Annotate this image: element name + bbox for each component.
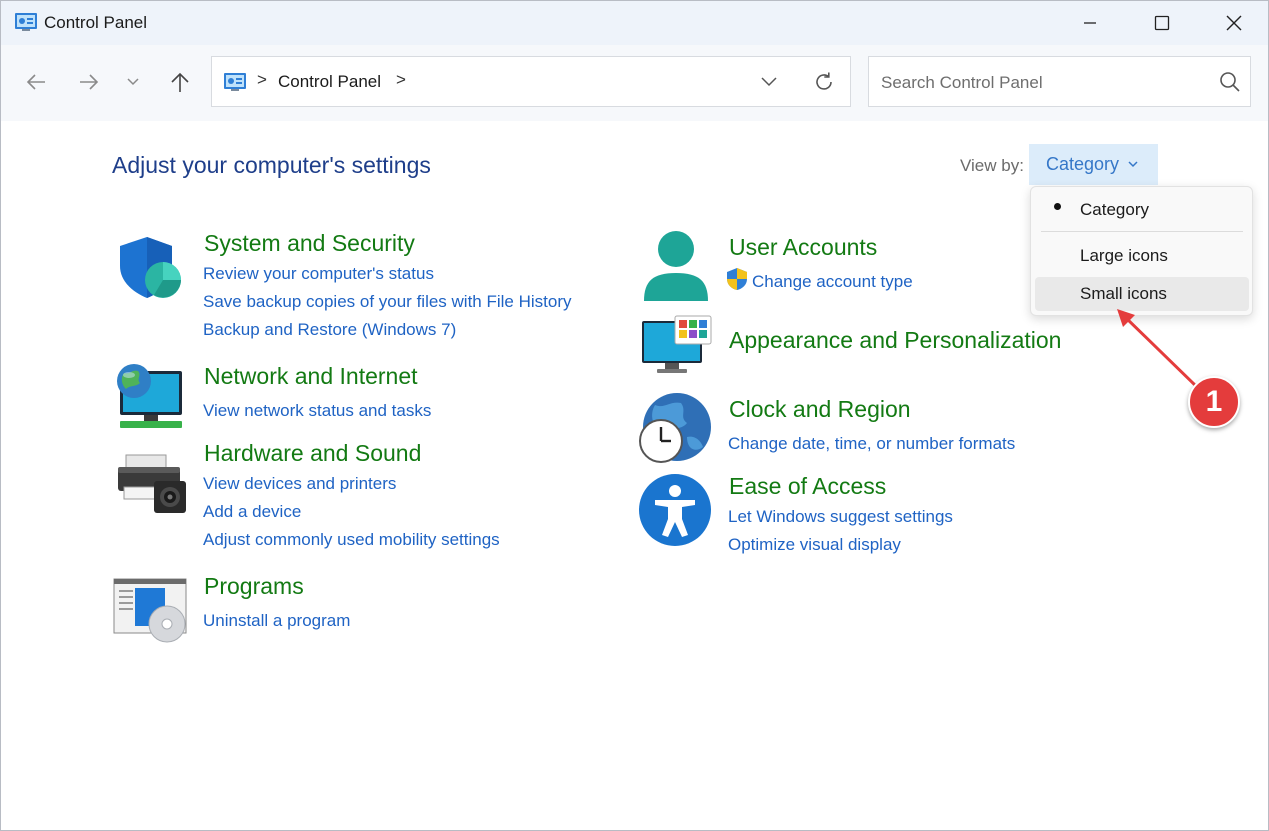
link-add-device[interactable]: Add a device bbox=[203, 502, 301, 522]
minimize-icon bbox=[1084, 22, 1096, 24]
link-network-status[interactable]: View network status and tasks bbox=[203, 401, 431, 421]
menu-item-label: Category bbox=[1080, 200, 1149, 219]
close-icon bbox=[1226, 15, 1242, 31]
category-network-and-internet[interactable]: Network and Internet bbox=[204, 363, 418, 390]
printer-icon bbox=[118, 454, 186, 513]
breadcrumb-separator[interactable]: > bbox=[257, 70, 267, 90]
link-uninstall-program[interactable]: Uninstall a program bbox=[203, 611, 350, 631]
close-button[interactable] bbox=[1199, 1, 1268, 45]
category-programs[interactable]: Programs bbox=[204, 573, 304, 600]
category-appearance-and-personalization[interactable]: Appearance and Personalization bbox=[729, 327, 1061, 354]
annotation-number: 1 bbox=[1205, 385, 1223, 418]
maximize-icon bbox=[1154, 15, 1170, 31]
network-globe-icon bbox=[117, 364, 182, 428]
view-by-dropdown[interactable]: Category bbox=[1029, 144, 1158, 185]
page-title: Adjust your computer's settings bbox=[112, 152, 431, 178]
link-optimize-visual-display[interactable]: Optimize visual display bbox=[728, 535, 901, 555]
appearance-icon bbox=[642, 315, 712, 373]
user-accounts-icon bbox=[644, 231, 708, 301]
arrow-left-icon bbox=[26, 74, 45, 90]
chevron-down-icon[interactable] bbox=[760, 74, 778, 90]
chevron-down-icon bbox=[127, 78, 139, 86]
search-input[interactable] bbox=[879, 69, 1203, 97]
forward-button[interactable] bbox=[74, 67, 104, 97]
category-user-accounts[interactable]: User Accounts bbox=[729, 234, 877, 261]
arrow-right-icon bbox=[80, 74, 99, 90]
ease-of-access-icon bbox=[639, 474, 711, 546]
breadcrumb-separator[interactable]: > bbox=[396, 70, 406, 90]
recent-locations-button[interactable] bbox=[118, 67, 148, 97]
control-panel-window: Control Panel > Control Panel > Search C… bbox=[0, 0, 1269, 831]
annotation-callout: 1 bbox=[1188, 376, 1240, 428]
view-by-menu: Category Large icons Small icons bbox=[1030, 186, 1253, 316]
search-box[interactable] bbox=[868, 56, 1251, 107]
category-clock-and-region[interactable]: Clock and Region bbox=[729, 396, 911, 423]
link-file-history[interactable]: Save backup copies of your files with Fi… bbox=[203, 292, 572, 312]
up-button[interactable] bbox=[165, 67, 195, 97]
view-by-label: View by: bbox=[960, 156, 1024, 175]
clock-globe-icon bbox=[639, 393, 711, 463]
shield-icon bbox=[120, 237, 181, 298]
category-hardware-and-sound[interactable]: Hardware and Sound bbox=[204, 440, 421, 467]
address-bar[interactable]: > Control Panel > bbox=[211, 56, 851, 107]
menu-item-large-icons[interactable]: Large icons bbox=[1035, 239, 1249, 273]
link-mobility-settings[interactable]: Adjust commonly used mobility settings bbox=[203, 530, 500, 550]
control-panel-icon bbox=[15, 13, 37, 31]
category-ease-of-access[interactable]: Ease of Access bbox=[729, 473, 886, 500]
maximize-button[interactable] bbox=[1127, 1, 1197, 45]
arrow-up-icon bbox=[171, 72, 189, 92]
link-backup-restore[interactable]: Backup and Restore (Windows 7) bbox=[203, 320, 456, 340]
uac-shield-icon bbox=[727, 268, 747, 290]
programs-icon bbox=[113, 578, 187, 643]
refresh-icon[interactable] bbox=[813, 71, 835, 93]
menu-item-label: Large icons bbox=[1080, 246, 1168, 265]
link-windows-suggest-settings[interactable]: Let Windows suggest settings bbox=[728, 507, 953, 527]
view-by-value[interactable]: Category bbox=[1046, 154, 1119, 175]
link-date-time-formats[interactable]: Change date, time, or number formats bbox=[728, 434, 1015, 454]
title-bar: Control Panel bbox=[1, 1, 1268, 45]
back-button[interactable] bbox=[21, 67, 51, 97]
menu-separator bbox=[1041, 231, 1243, 232]
selected-bullet-icon bbox=[1054, 203, 1061, 210]
minimize-button[interactable] bbox=[1055, 1, 1125, 45]
link-change-account-type[interactable]: Change account type bbox=[752, 272, 913, 292]
control-panel-icon bbox=[224, 73, 246, 91]
category-system-and-security[interactable]: System and Security bbox=[204, 230, 415, 257]
breadcrumb-control-panel[interactable]: Control Panel bbox=[278, 72, 381, 92]
link-devices-printers[interactable]: View devices and printers bbox=[203, 474, 396, 494]
search-icon[interactable] bbox=[1219, 71, 1241, 93]
menu-item-category[interactable]: Category bbox=[1035, 193, 1249, 227]
window-title: Control Panel bbox=[44, 13, 148, 32]
chevron-down-icon bbox=[1128, 160, 1138, 167]
link-review-computer-status[interactable]: Review your computer's status bbox=[203, 264, 434, 284]
